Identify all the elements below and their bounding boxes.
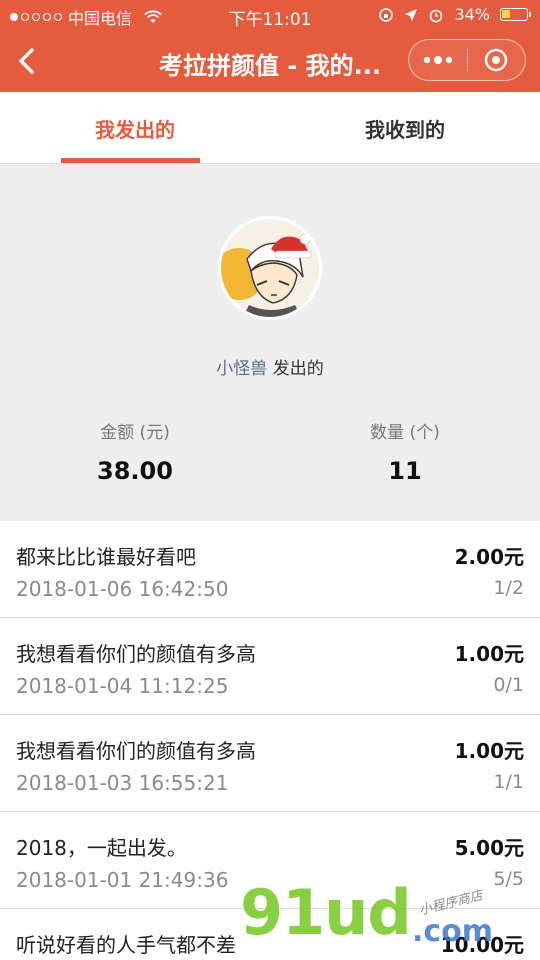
more-dots-icon [423, 56, 452, 64]
item-amount: 1.00元 [454, 739, 524, 763]
item-count: 1/2 [493, 577, 524, 599]
item-date: 2018-01-01 21:49:36 [16, 868, 229, 892]
amount-stat: 金额 (元) 38.00 [0, 418, 270, 485]
close-miniprogram-button[interactable] [467, 40, 525, 80]
item-count: 1/1 [493, 771, 524, 793]
alarm-icon [430, 9, 443, 22]
sender-line: 小怪兽 发出的 [0, 354, 540, 379]
amount-value: 38.00 [97, 457, 173, 485]
item-title: 听说好看的人手气都不差 [16, 933, 236, 957]
amount-label: 金额 (元) [100, 423, 170, 443]
tab-sent[interactable]: 我发出的 [0, 92, 270, 164]
item-amount: 5.00元 [454, 836, 524, 860]
capsule-menu [408, 39, 526, 81]
list-item[interactable]: 我想看看你们的颜值有多高 2018-01-03 16:55:21 1.00元 1… [0, 715, 540, 812]
avatar [218, 216, 322, 320]
avatar-image [221, 219, 319, 317]
item-date: 2018-01-03 16:55:21 [16, 771, 229, 795]
active-tab-indicator [61, 158, 200, 163]
list-item[interactable]: 2018，一起出发。 2018-01-01 21:49:36 5.00元 5/5 [0, 812, 540, 909]
list-item[interactable]: 我想看看你们的颜值有多高 2018-01-04 11:12:25 1.00元 0… [0, 618, 540, 715]
item-title: 我想看看你们的颜值有多高 [16, 642, 256, 666]
item-count: 5/5 [493, 868, 524, 890]
item-title: 2018，一起出发。 [16, 836, 187, 860]
list-item[interactable]: 都来比比谁最好看吧 2018-01-06 16:42:50 2.00元 1/2 [0, 521, 540, 618]
item-title: 我想看看你们的颜值有多高 [16, 739, 256, 763]
location-icon [405, 8, 418, 21]
sender-suffix: 发出的 [272, 359, 324, 379]
app-header: 中国电信 下午11:01 34% 考拉拼颜值 - 我的... [0, 0, 540, 92]
sent-list: 都来比比谁最好看吧 2018-01-06 16:42:50 2.00元 1/2 … [0, 521, 540, 960]
more-button[interactable] [409, 40, 467, 80]
item-amount: 2.00元 [454, 545, 524, 569]
list-item[interactable]: 听说好看的人手气都不差 10.00元 [0, 909, 540, 960]
battery-icon [500, 8, 531, 21]
count-value: 11 [388, 457, 422, 485]
item-date: 2018-01-06 16:42:50 [16, 577, 229, 601]
count-label: 数量 (个) [370, 423, 440, 443]
target-circle-icon [485, 48, 508, 72]
summary-panel: 小怪兽 发出的 金额 (元) 38.00 数量 (个) 11 [0, 164, 540, 521]
tab-bar: 我发出的 我收到的 [0, 92, 540, 164]
item-amount: 1.00元 [454, 642, 524, 666]
back-arrow-icon[interactable] [12, 44, 42, 78]
tab-received[interactable]: 我收到的 [270, 92, 540, 164]
status-right: 34% [378, 5, 531, 24]
count-stat: 数量 (个) 11 [270, 418, 540, 485]
item-amount: 10.00元 [440, 933, 524, 957]
sender-nickname[interactable]: 小怪兽 [216, 359, 267, 379]
item-date: 2018-01-04 11:12:25 [16, 674, 229, 698]
item-count: 0/1 [493, 674, 524, 696]
status-bar: 中国电信 下午11:01 34% [0, 0, 540, 30]
nav-bar: 考拉拼颜值 - 我的... [0, 30, 540, 92]
rotation-lock-icon [379, 7, 394, 22]
item-title: 都来比比谁最好看吧 [16, 545, 196, 569]
battery-percent: 34% [454, 5, 490, 24]
